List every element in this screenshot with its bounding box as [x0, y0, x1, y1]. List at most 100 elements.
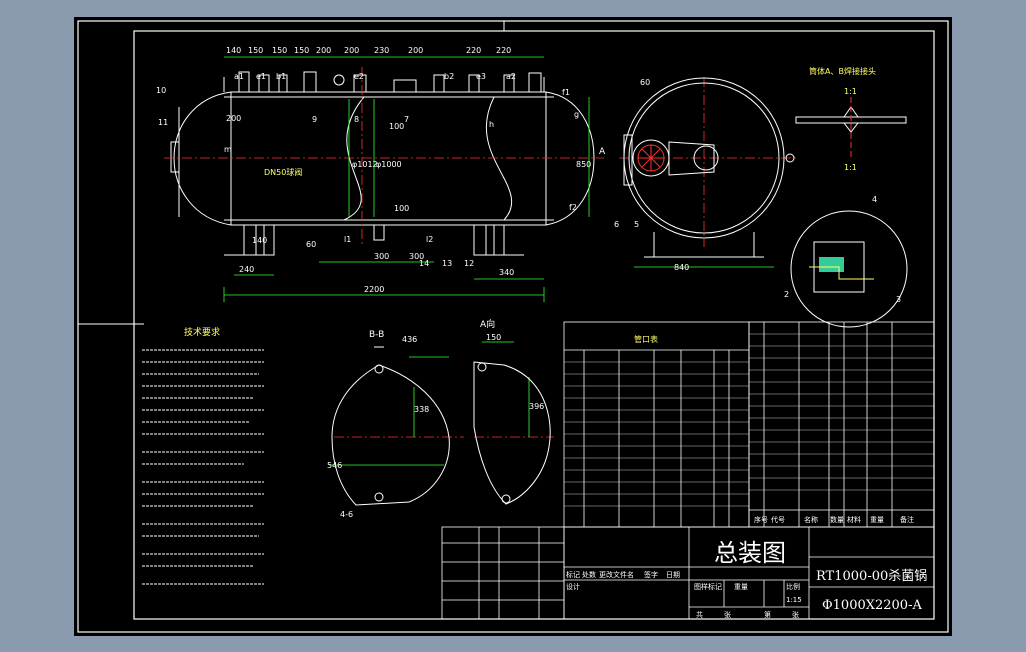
nozzle-table-rows [564, 361, 749, 507]
view-a-label: A向 [480, 318, 495, 330]
dim-1012: φ1012 [352, 160, 378, 169]
dim-60b: 60 [640, 78, 650, 87]
balloon-3: 3 [896, 295, 901, 304]
balloon-10: 10 [156, 86, 166, 95]
balloon-6: 6 [614, 220, 619, 229]
arrow-a-label: A [599, 147, 606, 157]
view-a [473, 361, 551, 505]
dim-200: 200 [226, 114, 241, 123]
dim-340: 340 [499, 268, 514, 277]
weld-detail-scale-1: 1:1 [844, 87, 857, 96]
parts-list [748, 321, 935, 528]
top-dim-10: 220 [496, 46, 511, 55]
parts-header-code: 代号 [771, 515, 785, 524]
tb-sheets: 张 [724, 610, 731, 619]
top-dim-5: 200 [316, 46, 331, 55]
tb-weight: 重量 [734, 583, 748, 591]
balloon-4-6: 4-6 [340, 510, 353, 519]
dim-546: 546 [327, 461, 342, 470]
mark-a1: a1 [234, 72, 244, 81]
balloon-13: 13 [442, 259, 452, 268]
tb-change-doc: 更改文件名 [599, 570, 634, 579]
dim-300b: 300 [409, 252, 424, 261]
parts-header-index: 序号 [754, 515, 768, 524]
drawing-sheet: 140 150 150 150 200 200 230 200 220 220 … [74, 17, 952, 636]
dim-338: 338 [414, 405, 429, 414]
dim-840: 840 [674, 263, 689, 272]
top-dim-3: 150 [272, 46, 287, 55]
vessel-end-view [623, 77, 795, 258]
dim-396: 396 [529, 402, 544, 411]
tb-date: 日期 [666, 571, 680, 579]
tb-total: 共 [696, 610, 703, 619]
tb-scale-label: 比例 [786, 582, 800, 591]
mark-a2: a2 [506, 72, 516, 81]
tb-count: 处数 [582, 570, 596, 579]
dim-2200: 2200 [364, 285, 384, 294]
balloon-9: 9 [312, 115, 317, 124]
top-dim-6: 200 [344, 46, 359, 55]
valve-label: DN50球阀 [264, 167, 302, 177]
tb-sheet: 张 [792, 610, 799, 619]
view-bb-label: B-B [369, 330, 384, 340]
tech-requirements-text [142, 349, 264, 585]
weld-detail-scale-2: 1:1 [844, 163, 857, 172]
mark-b1: b1 [276, 72, 286, 81]
drawing-spec: Φ1000X2200-A [822, 598, 922, 613]
mark-e3: e3 [476, 72, 486, 81]
balloon-12: 12 [464, 259, 474, 268]
top-dim-7: 230 [374, 46, 389, 55]
balloon-l1: l1 [344, 235, 351, 244]
tb-scale-value: 1:15 [786, 596, 802, 604]
parts-header-material: 材料 [847, 515, 861, 524]
balloon-m: m [224, 145, 232, 154]
top-dim-8: 200 [408, 46, 423, 55]
tb-sheet-no: 第 [764, 610, 771, 619]
dim-150: 150 [486, 333, 501, 342]
balloon-8: 8 [354, 115, 359, 124]
mark-e1: e1 [256, 72, 266, 81]
balloon-7: 7 [404, 115, 409, 124]
top-dim-2: 150 [248, 46, 263, 55]
dim-140: 140 [252, 236, 267, 245]
dim-300a: 300 [374, 252, 389, 261]
mark-b2: b2 [444, 72, 454, 81]
balloon-11: 11 [158, 118, 168, 127]
cad-drawing: 140 150 150 150 200 200 230 200 220 220 … [77, 20, 949, 633]
dim-436: 436 [402, 335, 417, 344]
nozzle-table [563, 321, 750, 528]
weld-detail [790, 97, 908, 328]
drawing-number: RT1000-00杀菌锅 [816, 568, 927, 584]
parts-header-note: 备注 [900, 515, 914, 524]
balloon-f1: f1 [562, 88, 570, 97]
parts-header-name: 名称 [804, 515, 818, 524]
section-bb [331, 346, 450, 506]
top-dim-1: 140 [226, 46, 241, 55]
weld-detail-title: 筒体A、B焊接接头 [809, 66, 876, 76]
balloon-g: g [574, 110, 579, 119]
top-dim-4: 150 [294, 46, 309, 55]
nozzle-table-title: 管口表 [634, 334, 658, 344]
tb-design: 设计 [566, 582, 580, 591]
tb-sign: 签字 [644, 570, 658, 579]
parts-header-weight: 重量 [870, 516, 884, 524]
parts-list-rows [749, 333, 934, 491]
dim-850: 850 [576, 160, 591, 169]
dim-240: 240 [239, 265, 254, 274]
drawing-title: 总装图 [714, 539, 786, 567]
parts-header-qty: 数量 [830, 515, 844, 524]
top-dim-9: 220 [466, 46, 481, 55]
dim-100a: 100 [389, 122, 404, 131]
balloon-5: 5 [634, 220, 639, 229]
balloon-h: h [489, 120, 494, 129]
tb-mark: 标记 [566, 570, 580, 579]
dim-100b: 100 [394, 204, 409, 213]
centerlines [164, 67, 799, 438]
balloon-l2: l2 [426, 235, 433, 244]
dim-1000: φ1000 [376, 160, 402, 169]
balloon-f2: f2 [569, 203, 577, 212]
dim-60a: 60 [306, 240, 316, 249]
balloon-2: 2 [784, 290, 789, 299]
tb-drawing-mark: 图样标记 [694, 582, 722, 591]
balloon-4: 4 [872, 195, 877, 204]
